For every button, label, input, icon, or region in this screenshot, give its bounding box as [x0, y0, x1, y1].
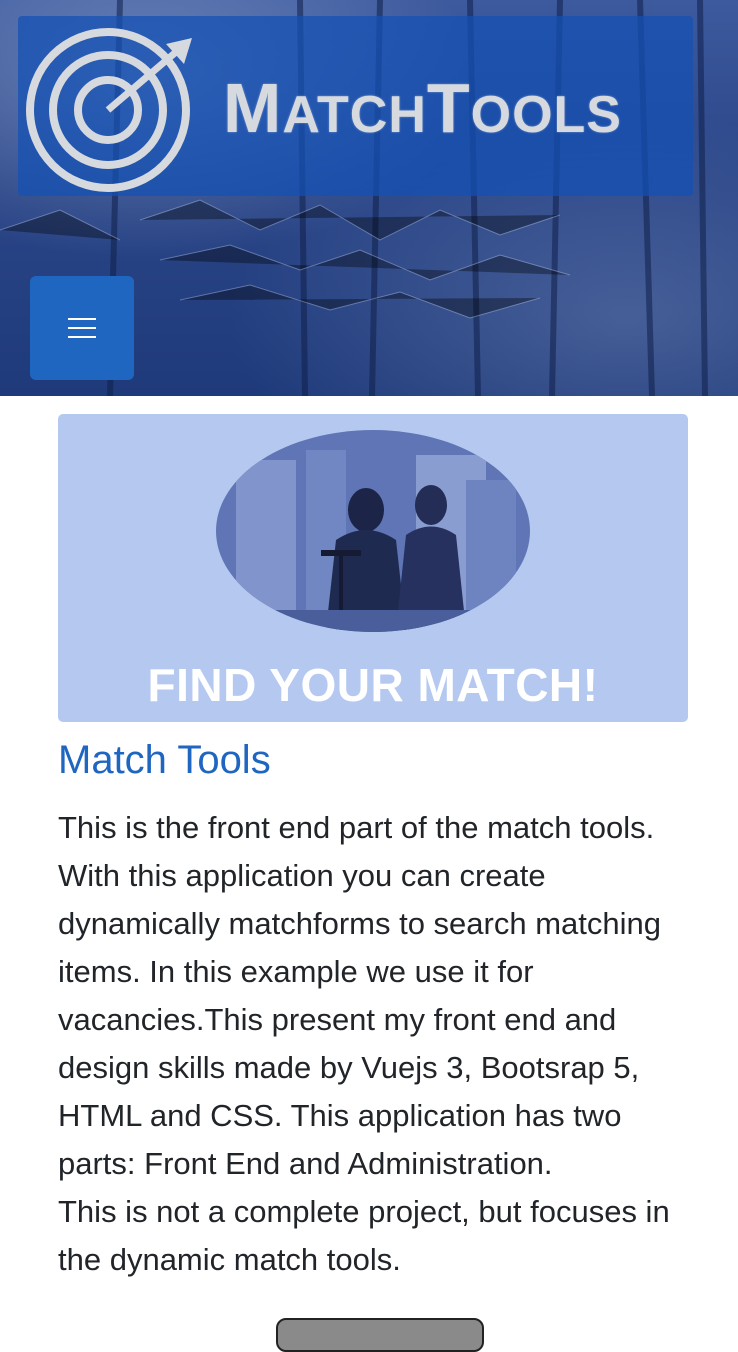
meeting-room-photo: [216, 430, 530, 632]
site-header: MATCHTOOLS: [0, 0, 738, 396]
hero-card: FIND YOUR MATCH!: [58, 414, 688, 722]
logo-banner[interactable]: MATCHTOOLS: [18, 16, 693, 196]
scroll-handle[interactable]: [276, 1318, 484, 1352]
intro-paragraph-note: This is not a complete project, but focu…: [58, 1194, 670, 1277]
brand-logo-text: MATCHTOOLS: [223, 69, 622, 147]
intro-text: This is the front end part of the match …: [58, 804, 688, 1284]
target-arrow-icon: [26, 28, 192, 192]
page-title: Match Tools: [58, 738, 271, 782]
menu-toggle-button[interactable]: [30, 276, 134, 380]
hero-title: FIND YOUR MATCH!: [147, 659, 599, 711]
intro-paragraph: This is the front end part of the match …: [58, 810, 662, 1181]
